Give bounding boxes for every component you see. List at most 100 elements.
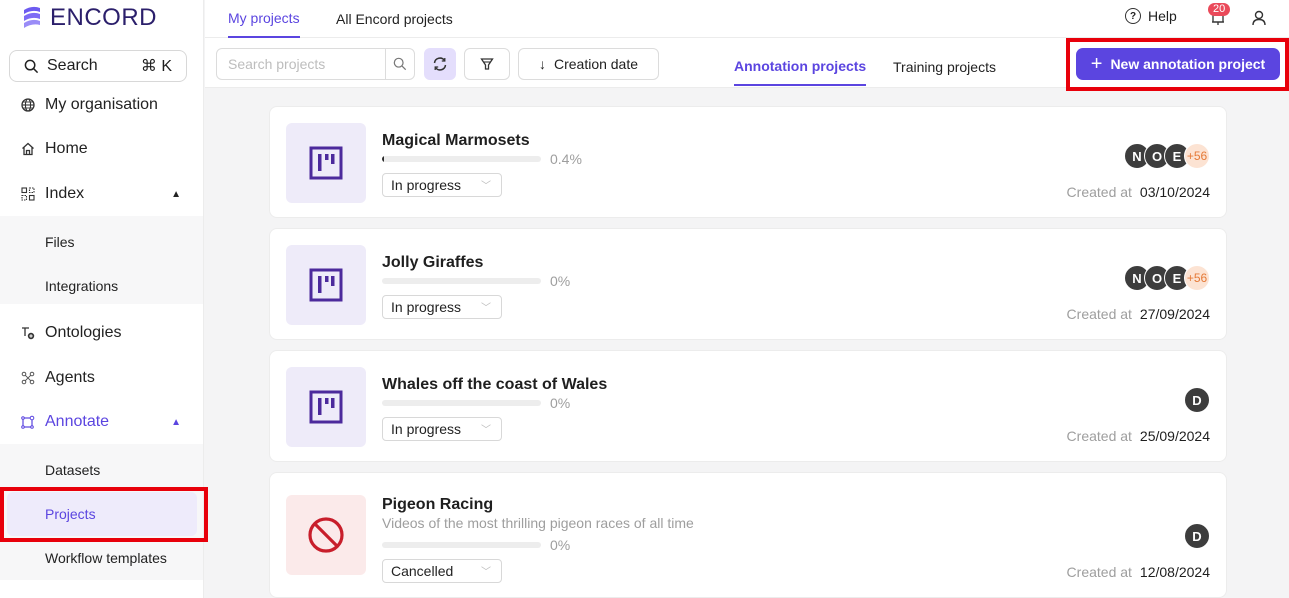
- sidebar-item-label: My organisation: [45, 96, 158, 113]
- project-thumbnail: [286, 245, 366, 325]
- created-at: Created at 03/10/2024: [1067, 184, 1210, 200]
- member-avatars[interactable]: D: [1184, 523, 1210, 549]
- sort-button[interactable]: ↓ Creation date: [518, 48, 659, 80]
- chevron-down-icon: ﹀: [481, 303, 491, 314]
- member-avatars[interactable]: N O E +56: [1124, 143, 1210, 169]
- search-icon: [393, 57, 407, 71]
- status-value: In progress: [391, 421, 462, 437]
- search-icon: [24, 59, 39, 73]
- top-bar: My projects All Encord projects ? Help 2…: [205, 0, 1289, 38]
- project-title[interactable]: Jolly Giraffes: [382, 254, 483, 272]
- project-title[interactable]: Magical Marmosets: [382, 132, 530, 150]
- logo[interactable]: ENCORD: [20, 4, 158, 31]
- home-icon: [20, 141, 36, 157]
- project-thumbnail: [286, 367, 366, 447]
- status-value: In progress: [391, 299, 462, 315]
- status-dropdown[interactable]: Cancelled ﹀: [382, 559, 502, 583]
- status-dropdown[interactable]: In progress ﹀: [382, 173, 502, 197]
- notification-badge: 20: [1208, 3, 1231, 16]
- progress-label: 0%: [550, 273, 571, 289]
- tab-annotation-projects[interactable]: Annotation projects: [734, 48, 867, 86]
- sidebar-item-files[interactable]: Files: [0, 220, 203, 264]
- sidebar-item-projects[interactable]: Projects: [7, 492, 197, 536]
- project-search-button[interactable]: [385, 49, 414, 79]
- project-search: [216, 48, 415, 80]
- avatar-more-count: +56: [1184, 265, 1210, 291]
- status-value: Cancelled: [391, 563, 454, 579]
- project-description: Videos of the most thrilling pigeon race…: [382, 515, 694, 531]
- help-button[interactable]: ? Help: [1125, 8, 1177, 24]
- status-dropdown[interactable]: In progress ﹀: [382, 295, 502, 319]
- arrow-down-icon: ↓: [538, 56, 546, 72]
- sidebar-item-datasets[interactable]: Datasets: [0, 448, 203, 492]
- tab-training-projects[interactable]: Training projects: [893, 48, 996, 86]
- cancelled-icon: [308, 517, 344, 553]
- progress-label: 0%: [550, 537, 571, 553]
- sidebar-item-index[interactable]: Index ▲: [0, 172, 203, 216]
- global-search-button[interactable]: Search ⌘ K: [9, 50, 187, 82]
- member-avatars[interactable]: N O E +56: [1124, 265, 1210, 291]
- project-search-input[interactable]: [217, 49, 385, 79]
- sidebar-item-my-organisation[interactable]: My organisation: [0, 83, 203, 127]
- created-date: 27/09/2024: [1139, 306, 1210, 322]
- progress-bar: [382, 278, 541, 284]
- annotate-icon: [20, 414, 36, 430]
- chevron-down-icon: ﹀: [481, 425, 491, 436]
- sidebar-item-label: Home: [45, 140, 88, 157]
- member-avatars[interactable]: D: [1184, 387, 1210, 413]
- project-title[interactable]: Pigeon Racing: [382, 496, 493, 514]
- refresh-icon: [433, 57, 447, 71]
- logo-text: ENCORD: [50, 4, 158, 31]
- created-at: Created at 25/09/2024: [1067, 428, 1210, 444]
- user-icon[interactable]: [1252, 10, 1266, 26]
- kanban-icon: [309, 268, 343, 302]
- chevron-down-icon: ﹀: [481, 567, 491, 578]
- project-card[interactable]: Pigeon Racing Videos of the most thrilli…: [269, 472, 1227, 598]
- sidebar-item-label: Agents: [45, 369, 95, 386]
- avatar: D: [1184, 387, 1210, 413]
- project-thumbnail: [286, 123, 366, 203]
- chevron-up-icon: ▲: [171, 416, 181, 428]
- created-at: Created at 27/09/2024: [1067, 306, 1210, 322]
- created-at: Created at 12/08/2024: [1067, 564, 1210, 580]
- progress-bar: [382, 542, 541, 548]
- created-date: 12/08/2024: [1139, 564, 1210, 580]
- sidebar-item-home[interactable]: Home: [0, 127, 203, 171]
- grid-icon: [20, 186, 36, 202]
- help-label: Help: [1148, 8, 1177, 24]
- sidebar-item-label: Index: [45, 185, 85, 202]
- sidebar-item-ontologies[interactable]: Ontologies: [0, 311, 203, 355]
- sidebar-item-label: Annotate: [45, 413, 110, 430]
- help-icon: ?: [1125, 8, 1141, 24]
- agents-icon: [20, 370, 36, 386]
- search-shortcut: ⌘ K: [140, 58, 172, 75]
- encord-logo-icon: [24, 6, 40, 28]
- project-card[interactable]: Whales off the coast of Wales 0% In prog…: [269, 350, 1227, 462]
- tab-all-encord-projects[interactable]: All Encord projects: [336, 0, 453, 38]
- project-card[interactable]: Jolly Giraffes 0% In progress ﹀ N O E +56…: [269, 228, 1227, 340]
- sidebar-item-integrations[interactable]: Integrations: [0, 264, 203, 308]
- project-card[interactable]: Magical Marmosets 0.4% In progress ﹀ N O …: [269, 106, 1227, 218]
- created-date: 03/10/2024: [1139, 184, 1210, 200]
- created-label: Created at: [1066, 564, 1132, 580]
- refresh-button[interactable]: [424, 48, 456, 80]
- tab-my-projects[interactable]: My projects: [228, 0, 300, 38]
- project-title[interactable]: Whales off the coast of Wales: [382, 376, 607, 394]
- new-annotation-project-button[interactable]: + New annotation project: [1076, 48, 1280, 80]
- chevron-up-icon: ▲: [171, 188, 181, 200]
- annotate-submenu: Datasets Projects Workflow templates: [0, 444, 203, 580]
- sidebar-item-annotate[interactable]: Annotate ▲: [0, 400, 203, 444]
- status-value: In progress: [391, 177, 462, 193]
- chevron-down-icon: ﹀: [481, 181, 491, 192]
- sidebar-item-workflow-templates[interactable]: Workflow templates: [0, 536, 203, 580]
- status-dropdown[interactable]: In progress ﹀: [382, 417, 502, 441]
- created-date: 25/09/2024: [1139, 428, 1210, 444]
- sidebar-item-agents[interactable]: Agents: [0, 356, 203, 400]
- avatar: D: [1184, 523, 1210, 549]
- index-submenu: Files Integrations: [0, 216, 203, 304]
- created-label: Created at: [1066, 428, 1132, 444]
- filter-button[interactable]: [464, 48, 510, 80]
- created-label: Created at: [1066, 306, 1132, 322]
- progress-fill: [382, 156, 384, 162]
- progress-bar: [382, 400, 541, 406]
